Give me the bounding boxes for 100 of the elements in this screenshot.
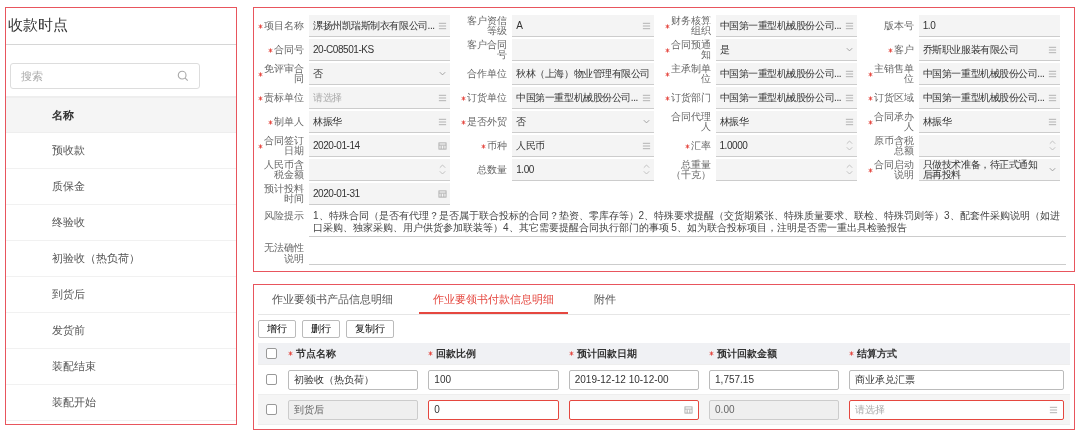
chevron-down-icon[interactable]: [1048, 165, 1057, 174]
number-field[interactable]: [715, 159, 857, 181]
toolbar-button[interactable]: 删行: [302, 320, 340, 338]
chevron-down-icon[interactable]: [844, 45, 854, 54]
column-header: 名称: [6, 98, 236, 133]
panel-title: 收款时点: [6, 8, 236, 45]
checkbox[interactable]: [265, 374, 277, 385]
menu-icon[interactable]: [1048, 117, 1057, 126]
calendar-icon[interactable]: [438, 189, 448, 198]
spinner-icon[interactable]: [844, 162, 854, 177]
text-field[interactable]: 商业承兑汇票: [849, 369, 1064, 390]
field-label: 主销售单位: [873, 63, 914, 85]
field-label: 订货单位: [467, 92, 508, 104]
search-icon[interactable]: [177, 70, 189, 82]
select-field[interactable]: 中国第一重型机械股份公司...: [512, 87, 654, 109]
list-item[interactable]: 装配开始: [6, 385, 236, 421]
list-item[interactable]: 装配结束: [6, 349, 236, 385]
field-label: 主承制单位: [670, 63, 711, 85]
select-field[interactable]: 林振华: [715, 111, 857, 133]
text-field[interactable]: 0: [428, 399, 559, 420]
menu-icon[interactable]: [1049, 405, 1058, 414]
text-area[interactable]: 1、特殊合同（是否有代理？是否属于联合投标的合同？垫资、零库存等）2、特殊要求提醒（交货期紧张、特殊质量要求、联检、特殊罚则等）3、配套件采购说明（如进口采购、独家采购、用户供货参加联装等）4、其它需要提醒合同执行部门的事项 5、如为联合投标项目，注明是否需一重出具检验报告: [309, 208, 1066, 237]
calendar-icon[interactable]: [684, 405, 694, 414]
select-field[interactable]: 是: [715, 39, 857, 61]
field-label: 制单人: [274, 116, 304, 128]
spinner-icon[interactable]: [438, 162, 448, 177]
select-field[interactable]: 否: [309, 63, 451, 85]
menu-icon[interactable]: [641, 21, 651, 30]
menu-icon[interactable]: [844, 69, 854, 78]
number-field[interactable]: [918, 135, 1060, 157]
date-field[interactable]: 2020-01-14: [309, 135, 451, 157]
spinner-icon[interactable]: [844, 138, 854, 153]
list-item[interactable]: 终验收: [6, 205, 236, 241]
menu-icon[interactable]: [844, 21, 854, 30]
spinner-icon[interactable]: [1048, 138, 1057, 153]
select-field[interactable]: 林振华: [918, 111, 1060, 133]
field-label: 合同预通知: [670, 39, 711, 61]
number-field[interactable]: 1.0000: [715, 135, 857, 157]
field-label: 免评审合同: [264, 63, 304, 85]
tab[interactable]: 作业要领书产品信息明细: [258, 289, 407, 314]
select-field[interactable]: 林振华: [309, 111, 451, 133]
list-item[interactable]: 到货后: [6, 277, 236, 313]
text-field[interactable]: 1,757.15: [709, 369, 840, 390]
field-label: 客户合同号: [466, 39, 508, 61]
field-label: 是否外贸: [467, 116, 508, 128]
field-label: 总重量（千克）: [669, 159, 711, 181]
calendar-icon[interactable]: [438, 141, 448, 150]
select-field[interactable]: 中国第一重型机械股份公司...: [918, 63, 1060, 85]
list-item[interactable]: 质保金: [6, 169, 236, 205]
menu-icon[interactable]: [1048, 69, 1057, 78]
menu-icon[interactable]: [1048, 45, 1057, 54]
text-field[interactable]: [512, 39, 654, 61]
menu-icon[interactable]: [438, 93, 448, 102]
field-label: 合同启动说明: [873, 159, 914, 181]
text-field[interactable]: 1.0: [918, 15, 1060, 37]
text-field[interactable]: 秋林（上海）物业管理有限公司: [512, 63, 654, 85]
column-header: 节点名称: [296, 346, 336, 361]
number-field[interactable]: [309, 159, 451, 181]
select-field[interactable]: 只做技术准备，待正式通知后再投料: [918, 159, 1060, 181]
field-label: 总数量: [477, 164, 508, 176]
text-field[interactable]: 20-C08501-KS: [309, 39, 451, 61]
menu-icon[interactable]: [844, 93, 854, 102]
text-field[interactable]: 100: [428, 369, 559, 390]
menu-icon[interactable]: [1048, 93, 1057, 102]
select-field[interactable]: 中国第一重型机械股份公司...: [715, 87, 857, 109]
field-label: 责标单位: [264, 92, 304, 104]
menu-icon[interactable]: [844, 117, 854, 126]
list-item[interactable]: 发货前: [6, 313, 236, 349]
menu-icon[interactable]: [438, 21, 448, 30]
date-field[interactable]: [568, 399, 700, 420]
field-label: 订货区域: [873, 92, 914, 104]
tab[interactable]: 附件: [580, 289, 630, 314]
number-field[interactable]: 1.00: [512, 159, 654, 181]
select-field[interactable]: 中国第一重型机械股份公司...: [918, 87, 1060, 109]
column-header: 预计回款日期: [576, 346, 637, 361]
toolbar-button[interactable]: 复制行: [346, 320, 394, 338]
field-label: 人民币含税金额: [263, 159, 304, 181]
text-field[interactable]: 2019-12-12 10-12-00: [568, 369, 700, 390]
list-item[interactable]: 预收款: [6, 133, 236, 169]
select-field[interactable]: 中国第一重型机械股份公司...: [715, 63, 857, 85]
checkbox[interactable]: [265, 404, 277, 415]
menu-icon[interactable]: [438, 117, 448, 126]
menu-icon[interactable]: [641, 141, 651, 150]
list-item[interactable]: 初验收（热负荷）: [6, 241, 236, 277]
menu-icon[interactable]: [641, 93, 651, 102]
chevron-down-icon[interactable]: [438, 69, 448, 78]
select-field[interactable]: 人民币: [512, 135, 654, 157]
select-field[interactable]: 漯扬州凯瑞斯制衣有限公司...: [309, 15, 451, 37]
date-field[interactable]: 2020-01-31: [309, 183, 451, 205]
select-field[interactable]: 乔斯职业服装有限公司: [918, 39, 1060, 61]
select-field[interactable]: 否: [512, 111, 654, 133]
field-label: 客户资信等级: [466, 15, 508, 37]
toolbar-button[interactable]: 增行: [258, 320, 296, 338]
select-field[interactable]: 中国第一重型机械股份公司...: [715, 15, 857, 37]
chevron-down-icon[interactable]: [641, 117, 651, 126]
tab[interactable]: 作业要领书付款信息明细: [419, 289, 568, 314]
select-field[interactable]: A: [512, 15, 654, 37]
spinner-icon[interactable]: [641, 162, 651, 177]
checkbox[interactable]: [265, 348, 277, 359]
text-field[interactable]: 初验收（热负荷）: [288, 369, 419, 390]
